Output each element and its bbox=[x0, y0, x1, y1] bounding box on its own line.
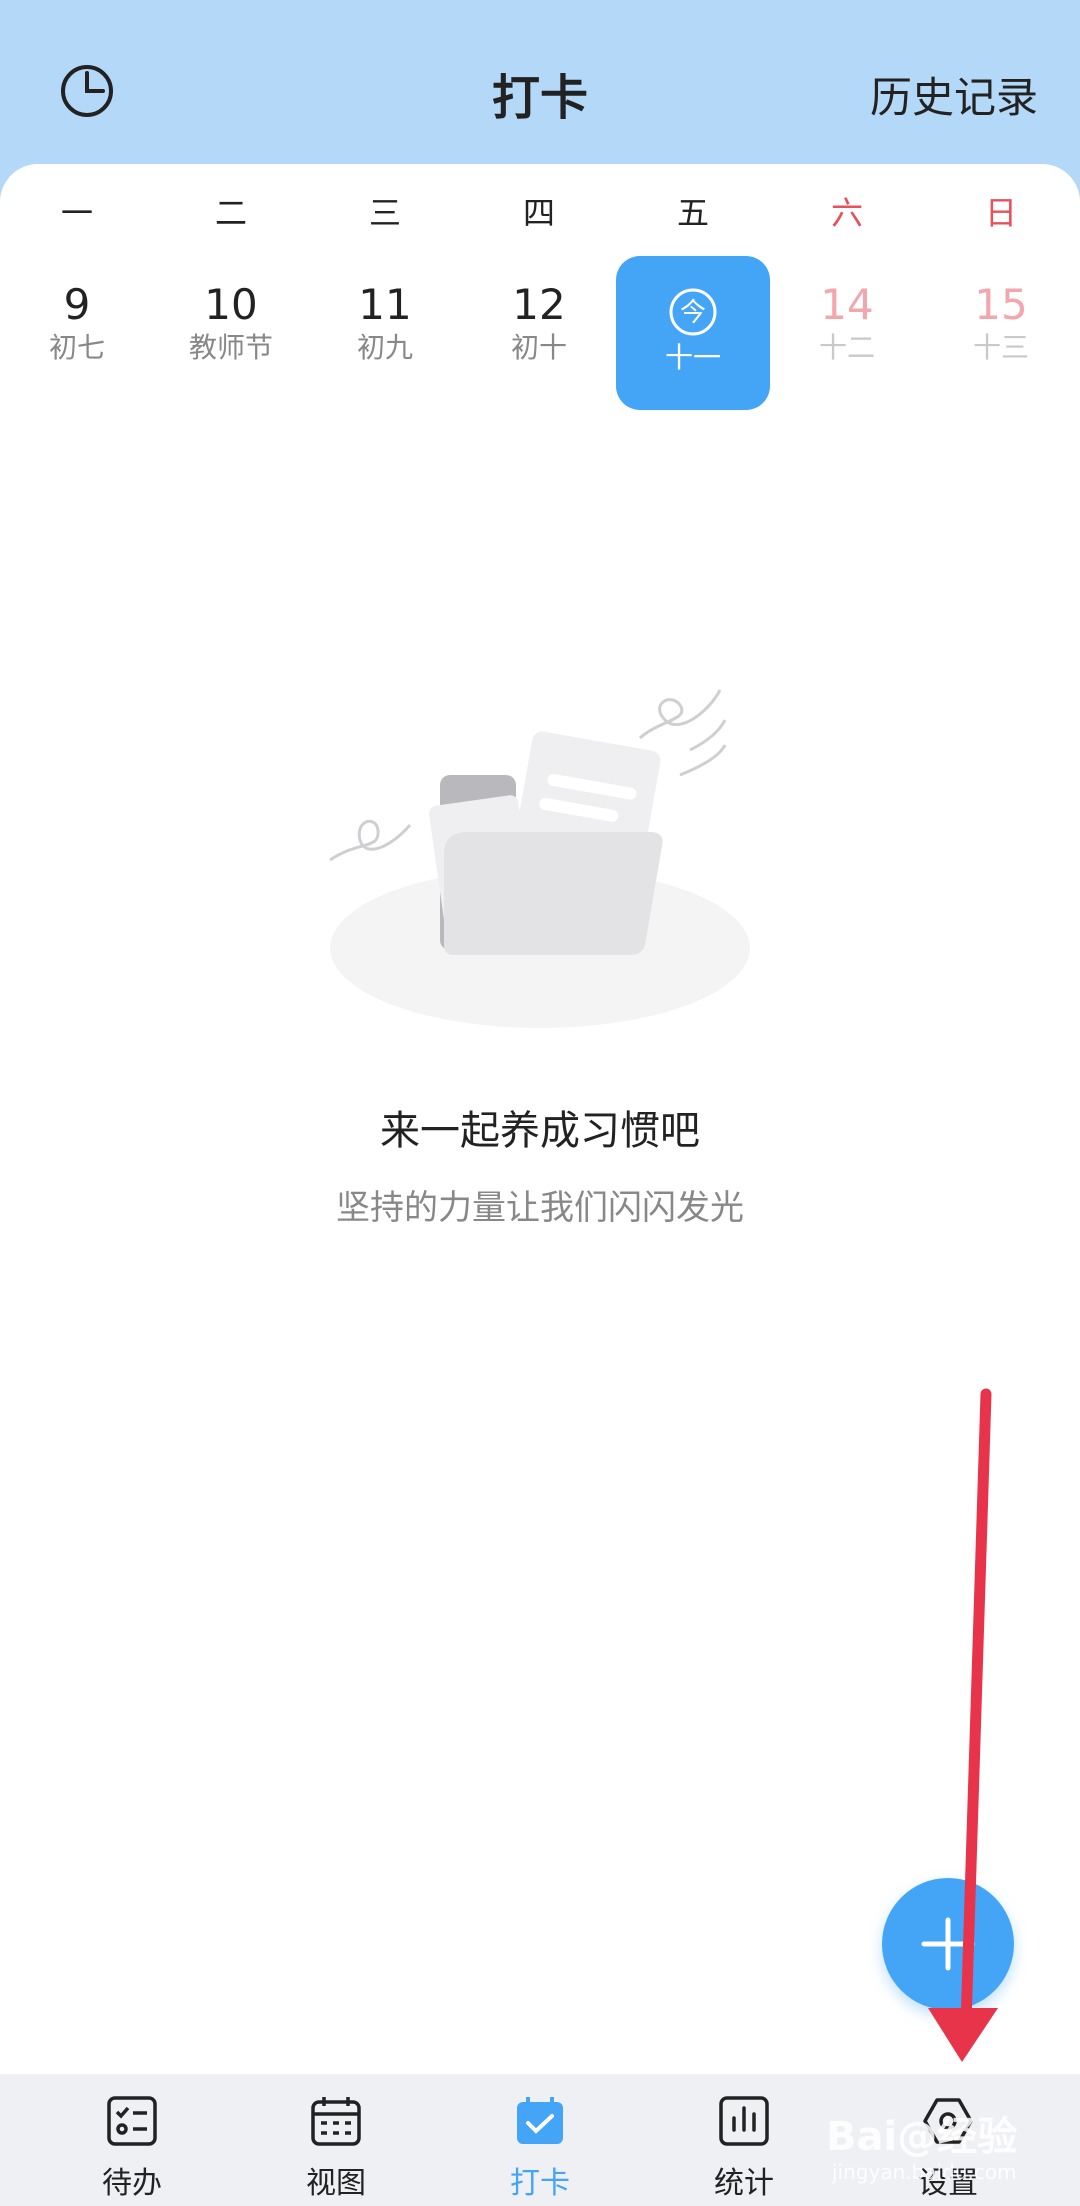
checkin-icon bbox=[517, 2097, 563, 2144]
tab-checkin[interactable]: 打卡 bbox=[440, 2074, 640, 2206]
todo-list-icon bbox=[107, 2096, 157, 2146]
lunar-date: 十二 bbox=[818, 331, 875, 364]
day-cell[interactable]: 12 初十 bbox=[462, 256, 616, 410]
add-habit-button[interactable] bbox=[882, 1878, 1014, 2010]
day-cell[interactable]: 10 教师节 bbox=[154, 256, 308, 410]
plus-icon bbox=[921, 1917, 975, 1971]
weekday-sat: 六 bbox=[830, 194, 863, 232]
lunar-date: 十三 bbox=[972, 331, 1029, 364]
weekday-tue: 二 bbox=[214, 194, 247, 232]
today-badge-icon: 今 bbox=[669, 288, 717, 336]
day-cell-today[interactable]: 今 十一 bbox=[616, 256, 770, 410]
weekday-mon: 一 bbox=[60, 194, 93, 232]
tab-label: 视图 bbox=[306, 2166, 366, 2201]
lunar-date: 初九 bbox=[356, 331, 413, 364]
day-number: 14 bbox=[820, 280, 874, 329]
lunar-date: 教师节 bbox=[188, 331, 273, 364]
lunar-date: 初七 bbox=[48, 331, 105, 364]
day-number: 15 bbox=[974, 280, 1028, 329]
tab-stats[interactable]: 统计 bbox=[644, 2074, 844, 2206]
tab-label: 打卡 bbox=[510, 2166, 570, 2201]
tab-label: 设置 bbox=[918, 2166, 978, 2201]
day-number: 9 bbox=[63, 280, 91, 329]
empty-folder-illustration bbox=[329, 689, 750, 1028]
tab-todo[interactable]: 待办 bbox=[32, 2074, 232, 2206]
day-number: 11 bbox=[358, 280, 412, 329]
tab-label: 待办 bbox=[102, 2166, 162, 2201]
tab-settings[interactable]: 设置 bbox=[848, 2074, 1048, 2206]
stats-icon bbox=[719, 2096, 769, 2146]
empty-state-subtitle: 坚持的力量让我们闪闪发光 bbox=[336, 1188, 744, 1228]
day-cell[interactable]: 9 初七 bbox=[0, 256, 154, 410]
weekday-fri: 五 bbox=[676, 194, 709, 232]
tab-label: 统计 bbox=[714, 2166, 774, 2201]
weekday-header: 一 二 三 四 五 六 日 bbox=[0, 188, 1080, 232]
day-cell[interactable]: 11 初九 bbox=[308, 256, 462, 410]
weekday-wed: 三 bbox=[368, 194, 401, 232]
day-number: 10 bbox=[204, 280, 258, 329]
history-records-link[interactable]: 历史记录 bbox=[870, 64, 1038, 125]
lunar-date: 十一 bbox=[664, 341, 721, 374]
day-cell[interactable]: 14 十二 bbox=[770, 256, 924, 410]
weekday-thu: 四 bbox=[522, 194, 555, 232]
lunar-date: 初十 bbox=[510, 331, 567, 364]
weekday-sun: 日 bbox=[984, 194, 1017, 232]
tab-view[interactable]: 视图 bbox=[236, 2074, 436, 2206]
empty-state-title: 来一起养成习惯吧 bbox=[380, 1108, 700, 1154]
calendar-view-icon bbox=[311, 2097, 361, 2146]
bottom-tab-bar: 待办 视图 打卡 统计 设置 bbox=[0, 2074, 1080, 2206]
settings-icon bbox=[923, 2098, 973, 2144]
today-glyph: 今 bbox=[680, 298, 706, 328]
day-cell[interactable]: 15 十三 bbox=[924, 256, 1078, 410]
day-number: 12 bbox=[512, 280, 566, 329]
